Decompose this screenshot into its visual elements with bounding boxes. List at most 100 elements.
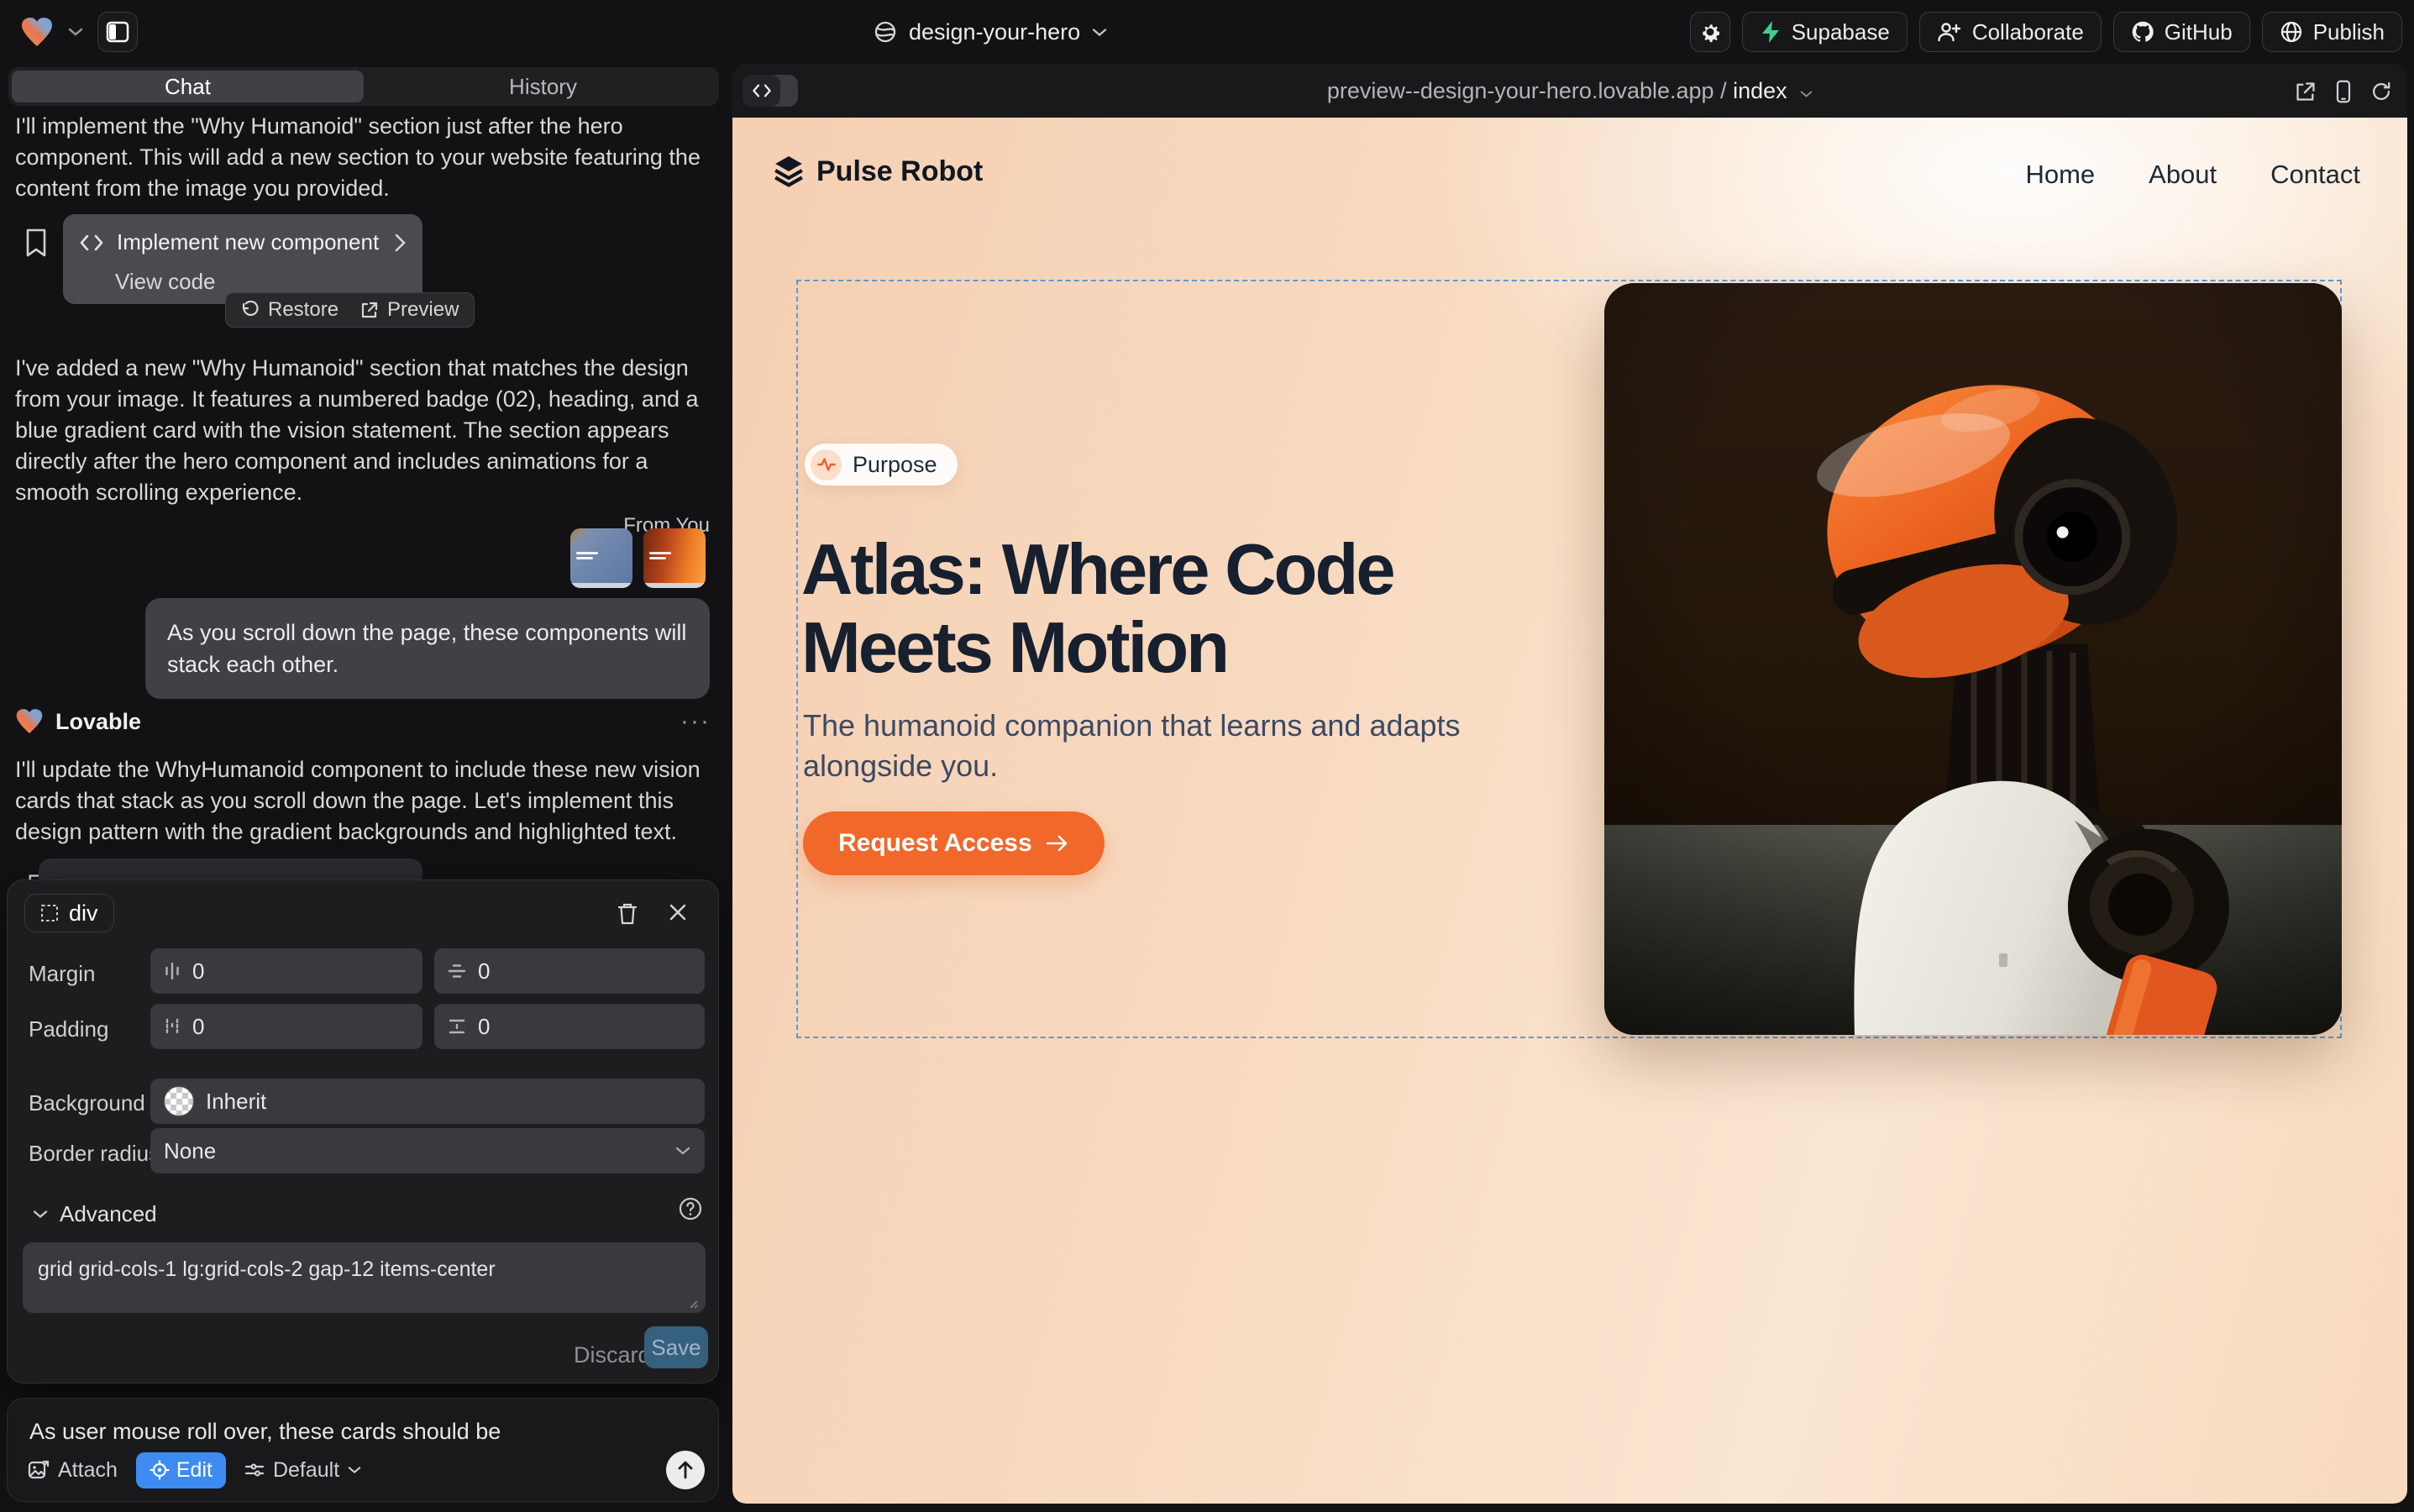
selected-element-chip[interactable]: div bbox=[24, 894, 114, 932]
project-name: design-your-hero bbox=[909, 19, 1080, 45]
padding-y-icon bbox=[448, 1018, 466, 1035]
bookmark-icon[interactable] bbox=[25, 228, 47, 257]
send-arrow-up-icon bbox=[676, 1460, 695, 1480]
edit-target-icon bbox=[150, 1460, 170, 1480]
hero-robot-image bbox=[1604, 283, 2342, 1035]
dashed-box-icon bbox=[40, 904, 59, 922]
padding-label: Padding bbox=[29, 1016, 108, 1042]
border-radius-select[interactable]: None bbox=[150, 1128, 705, 1173]
attach-image-icon bbox=[28, 1459, 50, 1481]
nav-link-contact[interactable]: Contact bbox=[2270, 160, 2360, 190]
pulse-activity-icon bbox=[811, 449, 842, 480]
hero-subtitle: The humanoid companion that learns and a… bbox=[803, 706, 1483, 786]
nav-link-home[interactable]: Home bbox=[2025, 160, 2095, 190]
advanced-toggle[interactable]: Advanced bbox=[33, 1201, 157, 1227]
chevron-down-icon bbox=[348, 1466, 361, 1474]
chat-history-tabs: Chat History bbox=[8, 67, 719, 106]
chat-composer[interactable]: As user mouse roll over, these cards sho… bbox=[7, 1398, 719, 1502]
collaborate-people-icon bbox=[1937, 21, 1962, 43]
chevron-down-icon bbox=[33, 1210, 48, 1219]
attachment-thumbnail-blue[interactable] bbox=[570, 528, 632, 588]
sidebar-toggle-button[interactable] bbox=[97, 12, 138, 52]
tab-history[interactable]: History bbox=[367, 67, 719, 106]
assistant-name: Lovable bbox=[55, 709, 141, 735]
assistant-message-3: I'll update the WhyHumanoid component to… bbox=[15, 754, 711, 848]
help-icon[interactable] bbox=[678, 1196, 703, 1221]
workspace-chevron-down-icon[interactable] bbox=[67, 27, 84, 37]
site-canvas: Pulse Robot Home About Contact Purpose A… bbox=[732, 118, 2407, 1504]
site-nav: Home About Contact bbox=[2025, 160, 2360, 190]
border-radius-label: Border radius bbox=[29, 1141, 160, 1167]
tool-card-implement-component[interactable]: Implement new component View code bbox=[63, 214, 422, 304]
preview-header: preview--design-your-hero.lovable.app / … bbox=[732, 64, 2407, 118]
publish-button[interactable]: Publish bbox=[2262, 12, 2402, 52]
tab-chat[interactable]: Chat bbox=[12, 71, 364, 102]
view-code-link[interactable]: View code bbox=[115, 269, 406, 295]
settings-button[interactable] bbox=[1690, 12, 1730, 52]
sidebar-toggle-icon bbox=[106, 20, 129, 44]
code-icon bbox=[80, 234, 103, 251]
user-message-bubble: As you scroll down the page, these compo… bbox=[145, 598, 710, 699]
tool-card-title: Implement new component bbox=[117, 229, 379, 255]
refresh-icon[interactable] bbox=[2370, 81, 2392, 102]
github-octocat-icon bbox=[2131, 20, 2154, 44]
smartphone-icon[interactable] bbox=[2335, 80, 2352, 103]
preview-pane: preview--design-your-hero.lovable.app / … bbox=[732, 64, 2407, 1504]
margin-y-input[interactable]: 0 bbox=[434, 948, 705, 994]
model-mode-selector[interactable]: Default bbox=[244, 1458, 361, 1483]
padding-x-input[interactable]: 0 bbox=[150, 1004, 422, 1049]
transparency-checker-icon bbox=[164, 1086, 194, 1116]
chevron-down-icon bbox=[1800, 90, 1813, 98]
sliders-icon bbox=[244, 1461, 265, 1479]
purpose-badge: Purpose bbox=[805, 444, 958, 486]
project-chevron-down-icon bbox=[1092, 28, 1107, 37]
external-link-icon bbox=[360, 301, 379, 319]
element-inspector-panel: div Margin 0 0 Padding 0 0 Background In… bbox=[7, 879, 719, 1383]
preview-url-selector[interactable]: preview--design-your-hero.lovable.app / … bbox=[732, 78, 2407, 104]
lovable-heart-icon bbox=[15, 708, 44, 735]
lovable-heart-icon[interactable] bbox=[20, 17, 54, 48]
hero-heading: Atlas: Where Code Meets Motion bbox=[801, 531, 1393, 687]
request-access-button[interactable]: Request Access bbox=[803, 811, 1105, 875]
layers-logo-icon bbox=[773, 155, 805, 188]
save-button[interactable]: Save bbox=[644, 1326, 708, 1368]
attach-button[interactable]: Attach bbox=[28, 1458, 118, 1483]
margin-label: Margin bbox=[29, 961, 95, 987]
assistant-message-2: I've added a new "Why Humanoid" section … bbox=[15, 353, 711, 508]
supabase-bolt-icon bbox=[1760, 20, 1782, 44]
send-button[interactable] bbox=[666, 1451, 705, 1489]
margin-y-icon bbox=[448, 963, 466, 979]
preview-button[interactable]: Preview bbox=[360, 298, 459, 322]
supabase-button[interactable]: Supabase bbox=[1742, 12, 1908, 52]
restore-button[interactable]: Restore bbox=[241, 298, 338, 322]
project-selector[interactable]: design-your-hero bbox=[874, 0, 1107, 64]
project-globe-icon bbox=[874, 20, 897, 44]
collaborate-button[interactable]: Collaborate bbox=[1919, 12, 2102, 52]
ellipsis-icon[interactable]: ··· bbox=[680, 707, 711, 736]
version-actions-pill: Restore Preview bbox=[225, 292, 475, 328]
github-button[interactable]: GitHub bbox=[2113, 12, 2250, 52]
composer-input[interactable]: As user mouse roll over, these cards sho… bbox=[29, 1419, 501, 1445]
close-icon[interactable] bbox=[668, 902, 688, 922]
background-input[interactable]: Inherit bbox=[150, 1079, 705, 1124]
edit-mode-button[interactable]: Edit bbox=[136, 1452, 226, 1488]
margin-x-input[interactable]: 0 bbox=[150, 948, 422, 994]
assistant-header: Lovable ··· bbox=[15, 707, 711, 736]
assistant-message-1: I'll implement the "Why Humanoid" sectio… bbox=[15, 111, 711, 204]
advanced-classes-textarea[interactable]: grid grid-cols-1 lg:grid-cols-2 gap-12 i… bbox=[23, 1242, 706, 1313]
arrow-right-icon bbox=[1046, 834, 1069, 853]
trash-icon[interactable] bbox=[617, 902, 638, 925]
open-external-icon[interactable] bbox=[2295, 81, 2317, 102]
padding-x-icon bbox=[164, 1017, 181, 1036]
chevron-right-icon bbox=[395, 234, 406, 252]
publish-globe-icon bbox=[2280, 20, 2303, 44]
nav-link-about[interactable]: About bbox=[2149, 160, 2217, 190]
attachment-thumbnail-orange[interactable] bbox=[643, 528, 706, 588]
top-bar: design-your-hero Supabase Collaborate bbox=[0, 0, 2414, 64]
chevron-down-icon bbox=[674, 1146, 691, 1156]
padding-y-input[interactable]: 0 bbox=[434, 1004, 705, 1049]
site-logo[interactable]: Pulse Robot bbox=[773, 155, 983, 188]
gear-icon bbox=[1698, 20, 1722, 44]
selected-element-tag: div bbox=[69, 900, 98, 927]
margin-x-icon bbox=[164, 962, 181, 980]
